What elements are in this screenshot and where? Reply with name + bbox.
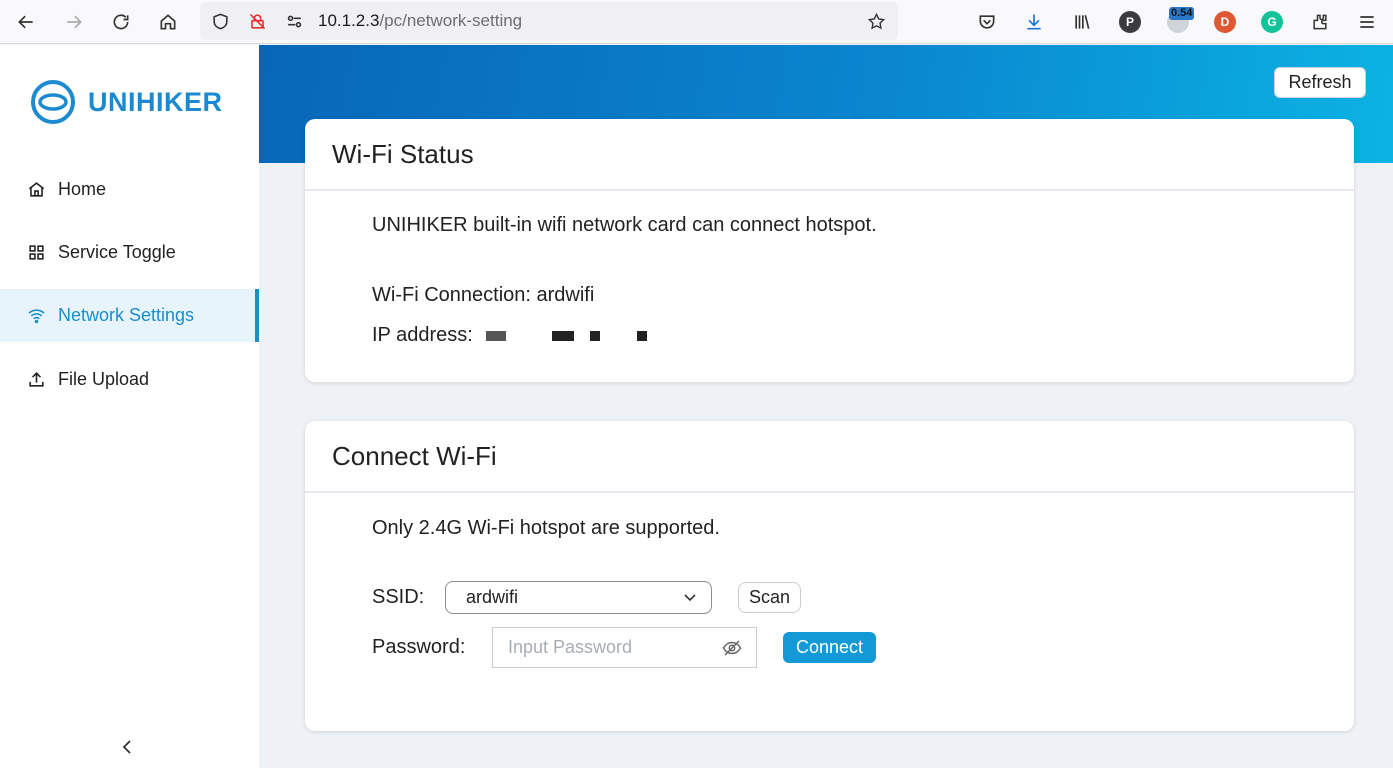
refresh-button[interactable]: Refresh bbox=[1274, 67, 1366, 98]
ip-redaction bbox=[551, 330, 574, 341]
password-label: Password: bbox=[372, 636, 466, 658]
sidebar-item-file-upload[interactable]: File Upload bbox=[0, 353, 259, 406]
password-field[interactable]: Input Password bbox=[492, 627, 757, 668]
sidebar-item-label: Network Settings bbox=[58, 305, 195, 325]
permissions-icon[interactable] bbox=[282, 9, 306, 33]
wifi-band-note: Only 2.4G Wi-Fi hotspot are supported. bbox=[372, 517, 720, 539]
sidebar-item-network-settings[interactable]: Network Settings bbox=[0, 289, 259, 342]
extension-p-icon[interactable]: P bbox=[1114, 6, 1146, 38]
sidebar-item-label: File Upload bbox=[58, 369, 150, 389]
library-icon[interactable] bbox=[1066, 6, 1098, 38]
url-host: 10.1.2.3 bbox=[318, 11, 380, 30]
shield-icon[interactable] bbox=[208, 9, 232, 33]
upload-icon bbox=[26, 370, 46, 390]
wifi-status-description: UNIHIKER built-in wifi network card can … bbox=[372, 214, 877, 236]
extension-g-letter: G bbox=[1261, 11, 1283, 33]
browser-toolbar: 10.1.2.3/pc/network-setting P 0.54 D G bbox=[0, 0, 1393, 44]
chevron-left-icon bbox=[122, 740, 131, 754]
ip-redaction bbox=[486, 330, 507, 341]
wifi-connection-text: Wi-Fi Connection: ardwifi bbox=[372, 284, 595, 306]
insecure-lock-icon[interactable] bbox=[245, 9, 269, 33]
home-page-icon[interactable] bbox=[152, 6, 184, 38]
ssid-label: SSID: bbox=[372, 586, 425, 608]
ssid-select[interactable]: ardwifi bbox=[445, 581, 712, 614]
sidebar-item-label: Home bbox=[58, 179, 107, 199]
password-placeholder: Input Password bbox=[508, 637, 633, 657]
sidebar-item-home[interactable]: Home bbox=[0, 163, 259, 216]
hamburger-menu-icon[interactable] bbox=[1351, 6, 1383, 38]
grammarly-icon[interactable]: G bbox=[1256, 6, 1288, 38]
eye-off-icon[interactable] bbox=[722, 639, 742, 657]
extension-p-letter: P bbox=[1119, 11, 1141, 33]
forward-arrow-icon[interactable] bbox=[58, 6, 90, 38]
scan-button[interactable]: Scan bbox=[738, 582, 801, 613]
collapse-sidebar-button[interactable] bbox=[115, 735, 139, 759]
address-bar[interactable]: 10.1.2.3/pc/network-setting bbox=[200, 2, 898, 40]
ip-redaction bbox=[589, 330, 600, 341]
reload-icon[interactable] bbox=[105, 6, 137, 38]
url-path: /pc/network-setting bbox=[379, 11, 523, 30]
connect-button[interactable]: Connect bbox=[783, 632, 876, 663]
ip-address-row: IP address: bbox=[372, 324, 648, 347]
sidebar: UNIHIKER Home Service Toggle Network Set… bbox=[0, 45, 259, 768]
grid-icon bbox=[26, 243, 46, 263]
pocket-icon[interactable] bbox=[971, 6, 1003, 38]
extensions-puzzle-icon[interactable] bbox=[1304, 6, 1336, 38]
chevron-down-icon bbox=[684, 594, 696, 602]
sidebar-item-service-toggle[interactable]: Service Toggle bbox=[0, 226, 259, 279]
connect-wifi-card: Connect Wi-Fi bbox=[305, 421, 1354, 731]
extension-badge: 0.54 bbox=[1169, 7, 1195, 20]
home-icon bbox=[26, 180, 46, 200]
sidebar-item-label: Service Toggle bbox=[58, 242, 176, 262]
wifi-icon bbox=[26, 306, 46, 326]
ip-address-label: IP address: bbox=[372, 324, 473, 346]
connect-wifi-title: Connect Wi-Fi bbox=[305, 421, 1354, 493]
duckduckgo-icon[interactable]: D bbox=[1209, 6, 1241, 38]
bookmark-star-icon[interactable] bbox=[864, 9, 888, 33]
wifi-status-title: Wi-Fi Status bbox=[305, 119, 1354, 191]
download-icon[interactable] bbox=[1018, 6, 1050, 38]
back-arrow-icon[interactable] bbox=[10, 6, 42, 38]
unihiker-logo-icon bbox=[31, 80, 75, 124]
ip-redaction bbox=[637, 330, 648, 341]
url-text[interactable]: 10.1.2.3/pc/network-setting bbox=[318, 11, 522, 31]
ssid-selected-value: ardwifi bbox=[466, 587, 519, 607]
logo-text: UNIHIKER bbox=[88, 86, 223, 117]
logo[interactable]: UNIHIKER bbox=[30, 79, 223, 125]
extension-counter-icon[interactable]: 0.54 bbox=[1162, 6, 1195, 38]
